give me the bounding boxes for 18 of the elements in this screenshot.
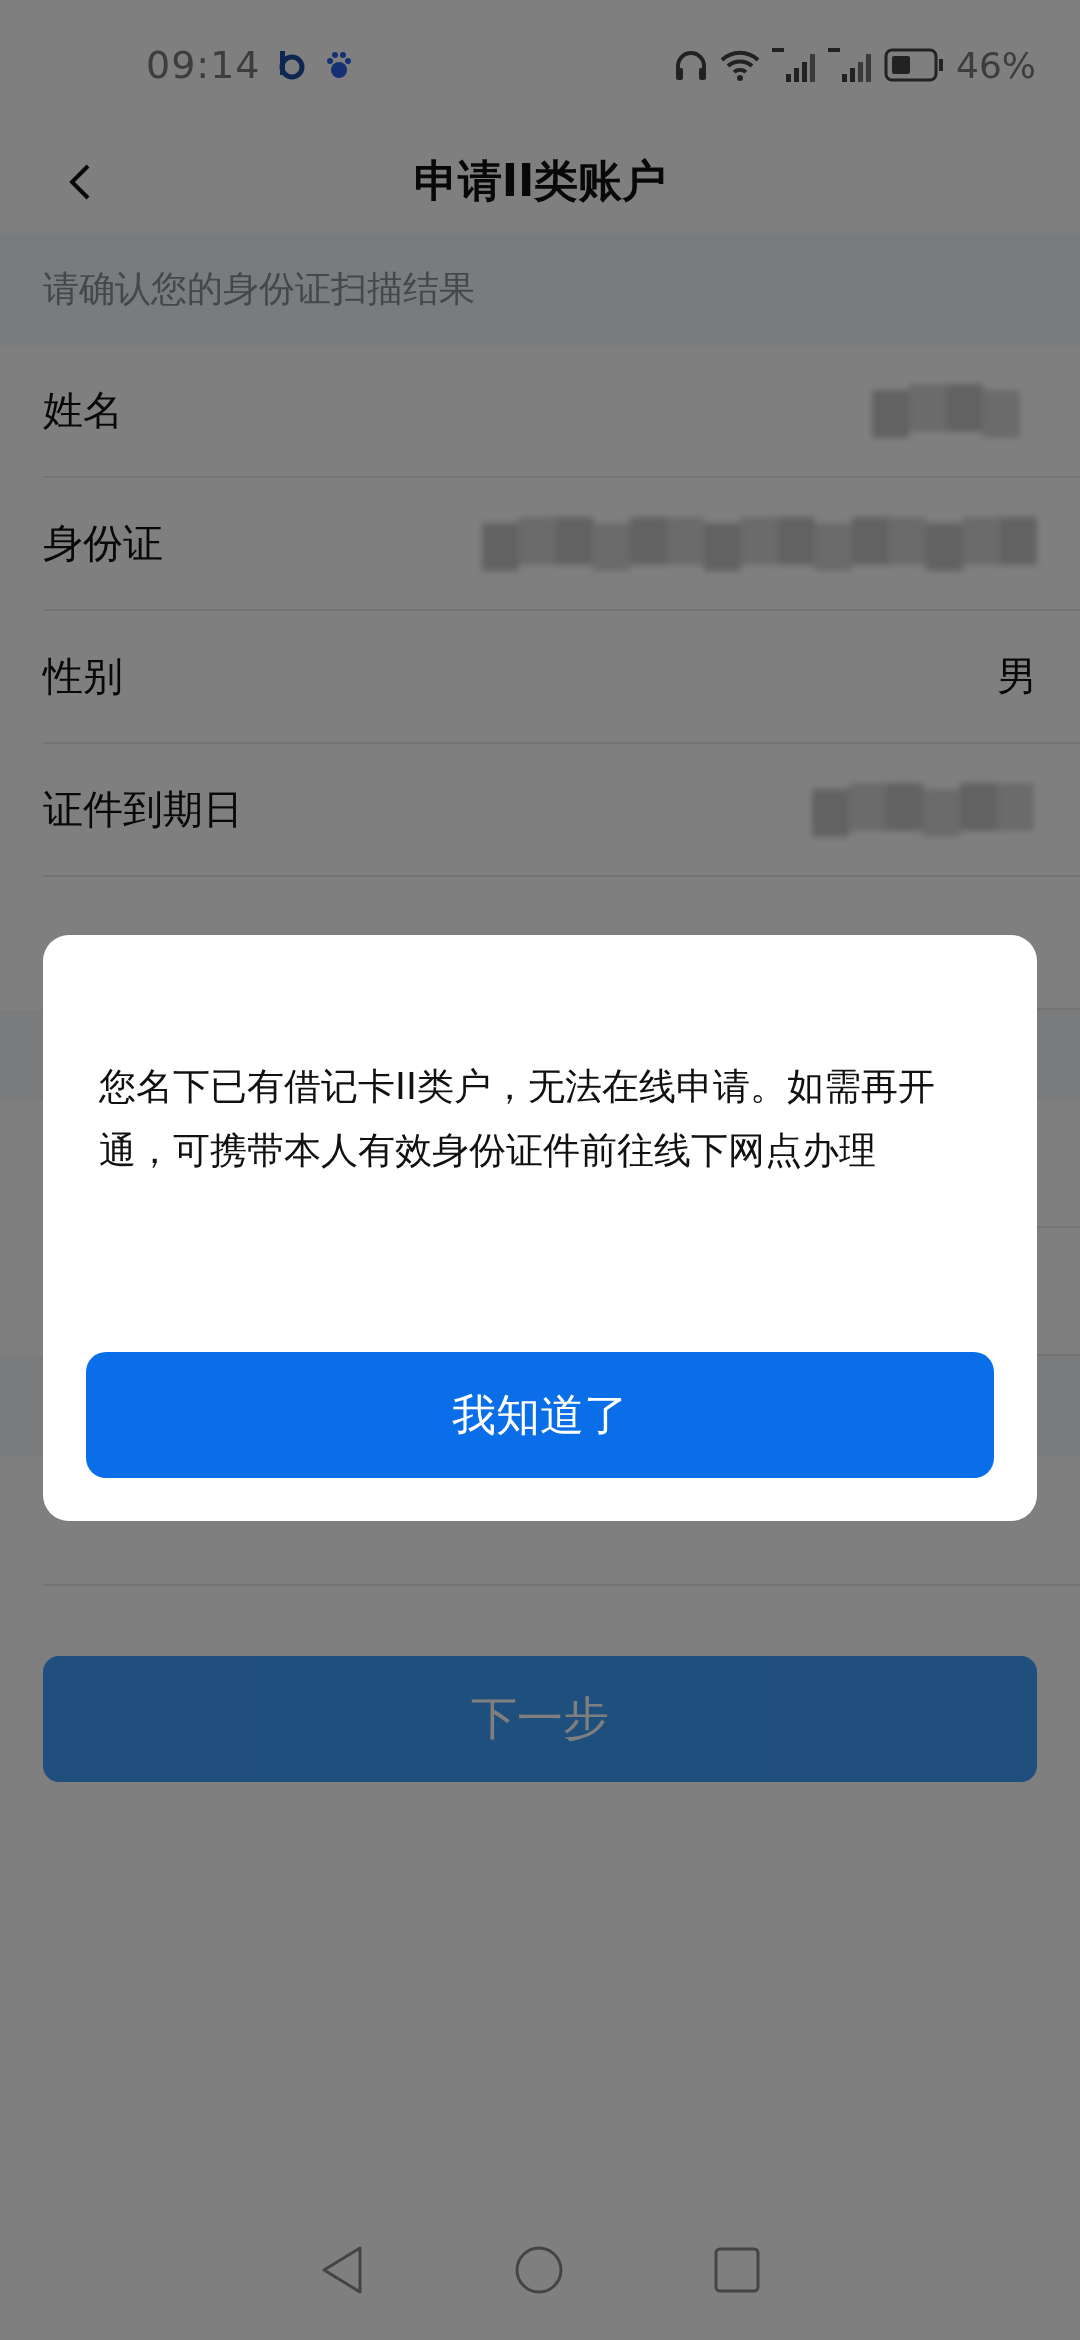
signal-icon [828,48,872,82]
dialog-message: 您名下已有借记卡II类户，无法在线申请。如需再开通，可携带本人有效身份证件前往线下网点办理 [98,1064,936,1174]
field-label: 身份证 [43,519,163,568]
signal-icon [772,48,816,82]
battery-icon [884,48,944,82]
battery-percentage: 46% [956,44,1036,86]
field-label: 证件到期日 [43,785,243,834]
home-nav-icon[interactable] [514,2245,564,2295]
recents-nav-icon[interactable] [714,2247,760,2293]
field-value: 男 [997,652,1037,701]
field-label: 姓名 [43,386,123,435]
status-time: 09:14 [146,43,261,87]
back-nav-icon[interactable] [320,2245,364,2295]
page-title: 申请II类账户 [413,154,667,208]
confirm-button[interactable]: 我知道了 [86,1352,994,1478]
field-label: 性别 [43,652,123,701]
wifi-icon [720,48,760,82]
headphones-icon [674,48,708,82]
